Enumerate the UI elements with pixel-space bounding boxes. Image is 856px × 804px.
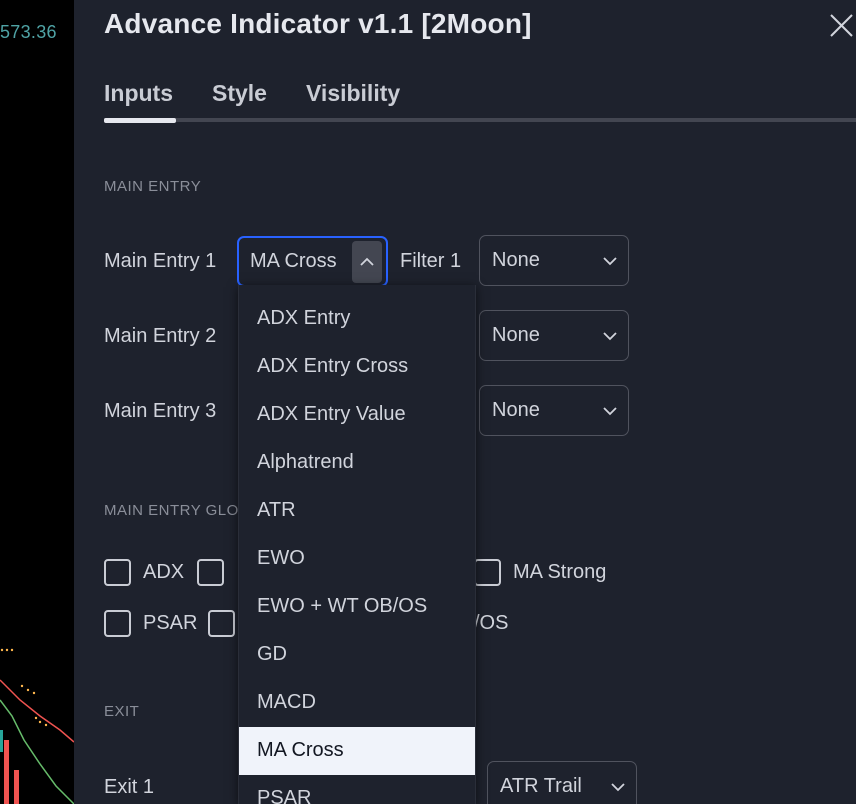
chevron-down-icon (611, 783, 625, 792)
tab-style[interactable]: Style (212, 80, 267, 107)
filter-3-select[interactable]: None (479, 385, 629, 436)
chevron-down-icon (603, 407, 617, 416)
main-entry-2-label: Main Entry 2 (104, 325, 217, 347)
exit-1-value: ATR Trail (500, 775, 582, 797)
psar-checkbox[interactable] (104, 610, 131, 637)
option-adx-entry-cross[interactable]: ADX Entry Cross (239, 343, 475, 391)
indicator-settings-dialog: Advance Indicator v1.1 [2Moon] Inputs St… (74, 0, 856, 804)
ma-strong-checkbox-label: MA Strong (513, 561, 607, 583)
section-main-entry: MAIN ENTRY (104, 178, 202, 195)
main-entry-1-value: MA Cross (250, 250, 337, 272)
chevron-up-icon (360, 257, 374, 266)
tab-visibility[interactable]: Visibility (306, 80, 400, 107)
option-ewo-wt-ob-os[interactable]: EWO + WT OB/OS (239, 583, 475, 631)
main-entry-1-dropdown-list: ADX Entry ADX Entry Cross ADX Entry Valu… (238, 285, 476, 804)
filter-1-value: None (492, 249, 540, 271)
filter-2-value: None (492, 324, 540, 346)
adx-checkbox-label: ADX (143, 561, 185, 583)
exit-1-select[interactable]: ATR Trail (487, 761, 637, 804)
checkbox-2[interactable] (197, 559, 224, 586)
tab-inputs[interactable]: Inputs (104, 80, 173, 107)
tab-active-indicator (104, 118, 176, 123)
dialog-title: Advance Indicator v1.1 [2Moon] (104, 8, 532, 39)
checkbox-5[interactable] (208, 610, 235, 637)
ma-strong-checkbox[interactable] (474, 559, 501, 586)
filter-3-value: None (492, 399, 540, 421)
option-ewo[interactable]: EWO (239, 535, 475, 583)
chevron-down-icon (603, 332, 617, 341)
chart-background: 573.36 (0, 0, 74, 804)
option-gd[interactable]: GD (239, 631, 475, 679)
chevron-up-box (352, 241, 382, 283)
option-ma-cross[interactable]: MA Cross (239, 727, 475, 775)
filter-1-select[interactable]: None (479, 235, 629, 286)
main-entry-1-select[interactable]: MA Cross (237, 236, 388, 287)
tab-track (104, 118, 856, 122)
option-adx-entry-value[interactable]: ADX Entry Value (239, 391, 475, 439)
filter-1-label: Filter 1 (400, 250, 462, 272)
section-exit: EXIT (104, 703, 140, 720)
close-button[interactable] (826, 10, 856, 40)
close-icon (830, 14, 853, 37)
filter-2-select[interactable]: None (479, 310, 629, 361)
exit-1-label: Exit 1 (104, 776, 155, 798)
adx-checkbox[interactable] (104, 559, 131, 586)
main-entry-3-label: Main Entry 3 (104, 400, 217, 422)
option-macd[interactable]: MACD (239, 679, 475, 727)
chart-candles (0, 648, 74, 804)
psar-checkbox-label: PSAR (143, 612, 198, 634)
main-entry-1-label: Main Entry 1 (104, 250, 217, 272)
option-psar[interactable]: PSAR (239, 775, 475, 804)
ob-os-checkbox-label: /OS (474, 612, 509, 634)
option-atr[interactable]: ATR (239, 487, 475, 535)
chevron-down-icon (603, 257, 617, 266)
option-adx-entry[interactable]: ADX Entry (239, 295, 475, 343)
option-alphatrend[interactable]: Alphatrend (239, 439, 475, 487)
